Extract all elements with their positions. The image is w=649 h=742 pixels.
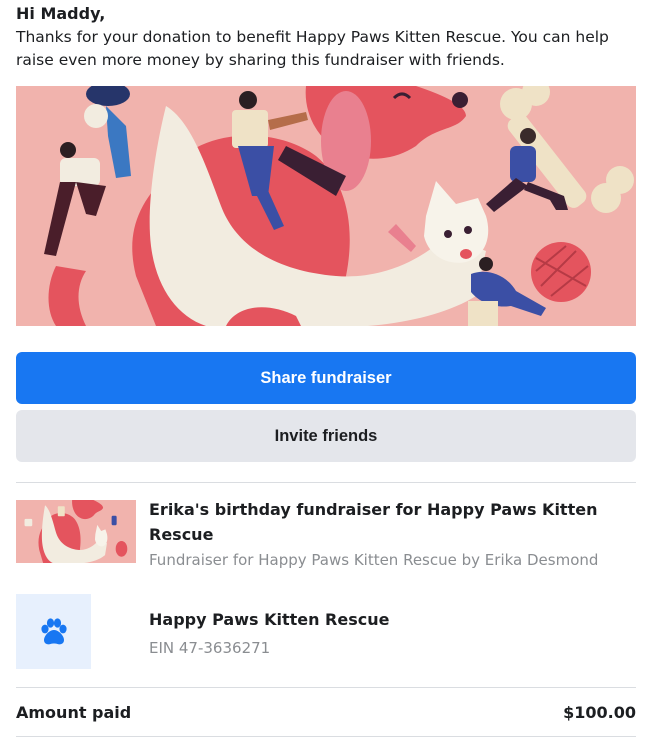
greeting: Hi Maddy, bbox=[16, 4, 106, 23]
divider bbox=[16, 687, 636, 688]
fundraiser-title[interactable]: Erika's birthday fundraiser for Happy Pa… bbox=[149, 497, 619, 547]
dogs-illustration bbox=[16, 86, 636, 326]
organization-ein: EIN 47-3636271 bbox=[149, 639, 271, 657]
fundraiser-thumbnail[interactable] bbox=[16, 500, 136, 563]
amount-paid-value: $100.00 bbox=[563, 703, 636, 722]
invite-friends-button[interactable]: Invite friends bbox=[16, 410, 636, 462]
yarn-ball bbox=[531, 242, 591, 302]
fundraiser-subtitle: Fundraiser for Happy Paws Kitten Rescue … bbox=[149, 551, 599, 569]
divider bbox=[16, 482, 636, 483]
organization-avatar[interactable] bbox=[16, 594, 91, 669]
amount-paid-label: Amount paid bbox=[16, 703, 132, 722]
donation-receipt: Hi Maddy, Thanks for your donation to be… bbox=[0, 0, 649, 742]
dogs-illustration-thumbnail bbox=[16, 500, 136, 563]
divider bbox=[16, 736, 636, 737]
share-fundraiser-button[interactable]: Share fundraiser bbox=[16, 352, 636, 404]
paw-icon bbox=[40, 617, 67, 644]
hero-image bbox=[16, 86, 636, 326]
organization-name[interactable]: Happy Paws Kitten Rescue bbox=[149, 610, 389, 629]
thank-you-message: Thanks for your donation to benefit Happ… bbox=[16, 28, 609, 69]
